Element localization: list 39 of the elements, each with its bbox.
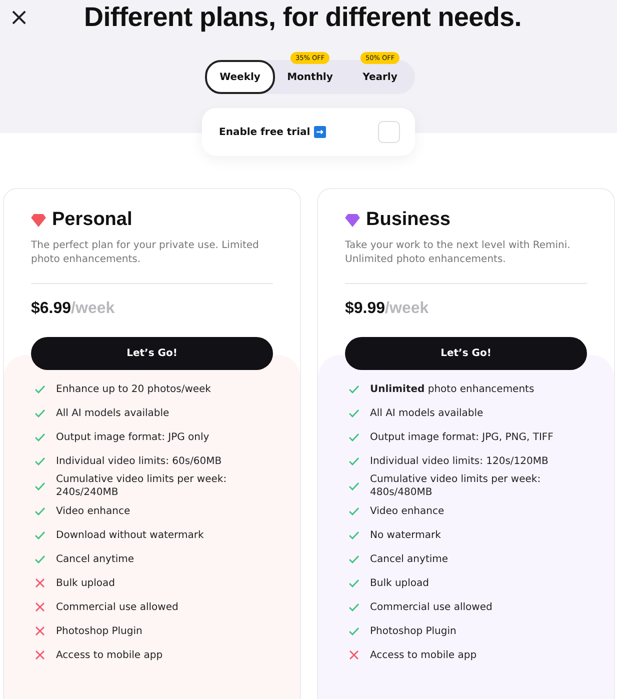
feature-text: No watermark [370, 528, 441, 542]
feature-text: Output image format: JPG, PNG, TIFF [370, 430, 554, 444]
feature-text: Access to mobile app [56, 648, 163, 662]
plan-name: Business [366, 209, 450, 231]
feature-text: All AI models available [370, 406, 484, 420]
feature-text: Video enhance [56, 504, 130, 518]
price-period: /week [71, 300, 115, 317]
feature-text: Commercial use allowed [370, 600, 492, 614]
feature-text: Bulk upload [370, 576, 430, 590]
page-title: Different plans, for different needs. [84, 2, 522, 32]
feature-text: Enhance up to 20 photos/week [56, 382, 211, 396]
feature-text: Cancel anytime [56, 552, 134, 566]
feature-text: Individual video limits: 120s/120MB [370, 454, 548, 468]
lets-go-button[interactable]: Let’s Go! [345, 337, 587, 370]
plan-description: The perfect plan for your private use. Limited photo enhancements. [31, 239, 260, 267]
feature-text: Video enhance [370, 504, 444, 518]
price: $9.99 [345, 300, 386, 317]
lets-go-button[interactable]: Let’s Go! [31, 337, 273, 370]
feature-text: Cumulative video limits per week: 240s/240MB [56, 473, 228, 499]
plan-name: Personal [52, 209, 132, 231]
feature-text: Bulk upload [56, 576, 116, 590]
price: $6.99 [31, 300, 72, 317]
feature-text: Output image format: JPG only [56, 430, 210, 444]
feature-text: Photoshop Plugin [56, 624, 142, 638]
close-button[interactable]: × [9, 5, 27, 29]
feature-text: Cumulative video limits per week: 480s/480MB [370, 473, 542, 499]
plan-description: Take your work to the next level with Remini. Unlimited photo enhancements. [345, 239, 572, 267]
feature-text: Access to mobile app [370, 648, 477, 662]
feature-text: Download without watermark [56, 528, 204, 542]
feature-text: Unlimited photo enhancements [370, 382, 534, 396]
price-period: /week [385, 300, 429, 317]
feature-text: Cancel anytime [370, 552, 448, 566]
period-tab[interactable]: Weekly [205, 60, 275, 94]
feature-text: Individual video limits: 60s/60MB [56, 454, 222, 468]
feature-text: All AI models available [56, 406, 170, 420]
feature-text: Photoshop Plugin [370, 624, 456, 638]
trial-label: Enable free trial [219, 126, 310, 138]
feature-text: Commercial use allowed [56, 600, 178, 614]
trial-checkbox[interactable] [378, 121, 400, 143]
